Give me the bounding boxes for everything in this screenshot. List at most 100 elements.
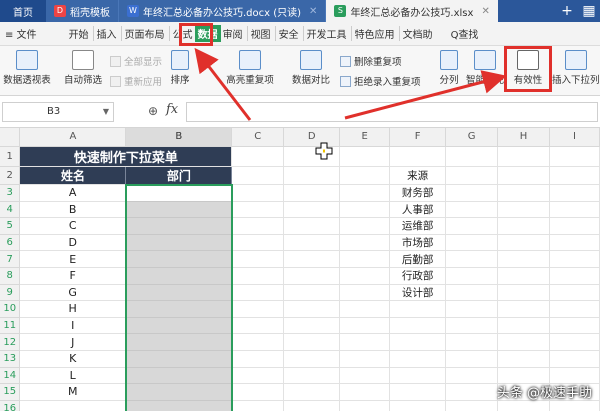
cell[interactable] [283, 350, 341, 368]
cell[interactable] [549, 184, 600, 202]
column-header-c[interactable]: C [231, 128, 285, 147]
tab-home[interactable]: 首页 [0, 0, 46, 22]
cell[interactable] [445, 284, 499, 302]
name-cell[interactable]: L [19, 367, 127, 385]
name-cell[interactable]: G [19, 284, 127, 302]
cell[interactable] [549, 166, 600, 185]
split-column-button[interactable]: 分列 [436, 50, 462, 86]
name-cell[interactable]: D [19, 234, 127, 252]
cell[interactable] [445, 201, 499, 219]
cell[interactable] [231, 184, 285, 202]
cell[interactable] [231, 284, 285, 302]
cell[interactable] [497, 201, 550, 219]
source-item[interactable]: 后勤部 [389, 250, 447, 268]
cell[interactable] [339, 284, 391, 302]
menu-item-docassist[interactable]: 文档助 [398, 26, 435, 41]
cell[interactable] [283, 267, 341, 285]
cell[interactable] [339, 250, 391, 268]
row-header[interactable]: 10 [0, 300, 21, 318]
tab-docx[interactable]: W 年终汇总必备办公技巧.docx (只读) ✕ [119, 0, 327, 22]
reapply-button[interactable]: 重新应用 [110, 74, 162, 88]
menu-item-review[interactable]: 审阅 [221, 26, 245, 41]
name-cell[interactable]: M [19, 383, 127, 401]
cell[interactable] [445, 250, 499, 268]
cell[interactable] [549, 400, 600, 411]
cell[interactable] [283, 383, 341, 401]
file-menu[interactable]: ≡ 文件 [0, 26, 39, 41]
cell[interactable] [497, 267, 550, 285]
row-header[interactable]: 12 [0, 333, 21, 351]
cell[interactable] [445, 217, 499, 235]
column-header-e[interactable]: E [339, 128, 391, 147]
name-cell[interactable]: A [19, 184, 127, 202]
column-header-f[interactable]: F [389, 128, 447, 147]
cell[interactable] [231, 367, 285, 385]
cell[interactable] [445, 317, 499, 335]
cell[interactable] [497, 234, 550, 252]
cell[interactable] [339, 146, 391, 167]
source-item[interactable]: 财务部 [389, 184, 447, 202]
dept-cell[interactable] [124, 383, 233, 401]
cell[interactable] [231, 267, 285, 285]
smart-fill-button[interactable]: 智能填充 [464, 50, 506, 86]
cell[interactable] [283, 217, 341, 235]
cell[interactable] [549, 300, 600, 318]
column-header-h[interactable]: H [497, 128, 550, 147]
column-header-g[interactable]: G [445, 128, 499, 147]
cell[interactable] [339, 234, 391, 252]
dept-cell[interactable] [124, 284, 233, 302]
name-cell[interactable]: E [19, 250, 127, 268]
cell[interactable] [445, 234, 499, 252]
name-cell[interactable]: C [19, 217, 127, 235]
source-item[interactable]: 行政部 [389, 267, 447, 285]
function-icon[interactable]: fx [166, 102, 178, 117]
name-cell[interactable]: I [19, 317, 127, 335]
cell[interactable] [549, 234, 600, 252]
dept-cell[interactable] [124, 217, 233, 235]
cell[interactable] [549, 284, 600, 302]
column-header-a[interactable]: A [19, 128, 127, 147]
search-button[interactable]: Q查找 [449, 26, 481, 41]
compare-button[interactable]: 数据对比 [286, 50, 336, 86]
cell[interactable] [497, 217, 550, 235]
row-header[interactable]: 16 [0, 400, 21, 411]
cell[interactable] [549, 317, 600, 335]
new-tab-button[interactable]: + [556, 3, 578, 19]
cell[interactable] [283, 367, 341, 385]
cell[interactable] [339, 201, 391, 219]
dept-cell[interactable] [124, 317, 233, 335]
cell[interactable] [231, 300, 285, 318]
menu-item-insert[interactable]: 插入 [92, 26, 119, 41]
row-header[interactable]: 13 [0, 350, 21, 368]
cell[interactable] [497, 300, 550, 318]
tab-template[interactable]: D 稻壳模板 [46, 0, 119, 22]
cell[interactable] [549, 201, 600, 219]
cell[interactable] [497, 317, 550, 335]
dept-cell[interactable] [124, 333, 233, 351]
cell[interactable] [339, 333, 391, 351]
menu-item-security[interactable]: 安全 [274, 26, 301, 41]
cell[interactable] [549, 217, 600, 235]
cell[interactable] [445, 184, 499, 202]
dept-cell[interactable] [124, 250, 233, 268]
pivot-table-button[interactable]: 数据透视表 [2, 50, 52, 86]
autofilter-button[interactable]: 自动筛选 [62, 50, 104, 86]
cell[interactable] [445, 383, 499, 401]
name-cell[interactable] [19, 400, 127, 411]
formula-input[interactable] [186, 102, 598, 122]
dept-cell[interactable] [124, 267, 233, 285]
cell[interactable] [231, 146, 285, 167]
name-cell[interactable]: F [19, 267, 127, 285]
cell[interactable] [339, 166, 391, 185]
close-icon[interactable]: ✕ [309, 6, 317, 17]
cell[interactable] [283, 300, 341, 318]
cell[interactable] [231, 217, 285, 235]
cell[interactable] [283, 201, 341, 219]
cell[interactable] [283, 250, 341, 268]
source-item[interactable]: 运维部 [389, 217, 447, 235]
cell[interactable] [231, 383, 285, 401]
header-dept[interactable]: 部门 [125, 166, 233, 185]
cell[interactable] [339, 217, 391, 235]
dept-cell[interactable] [124, 400, 233, 411]
name-cell[interactable]: B [19, 201, 127, 219]
